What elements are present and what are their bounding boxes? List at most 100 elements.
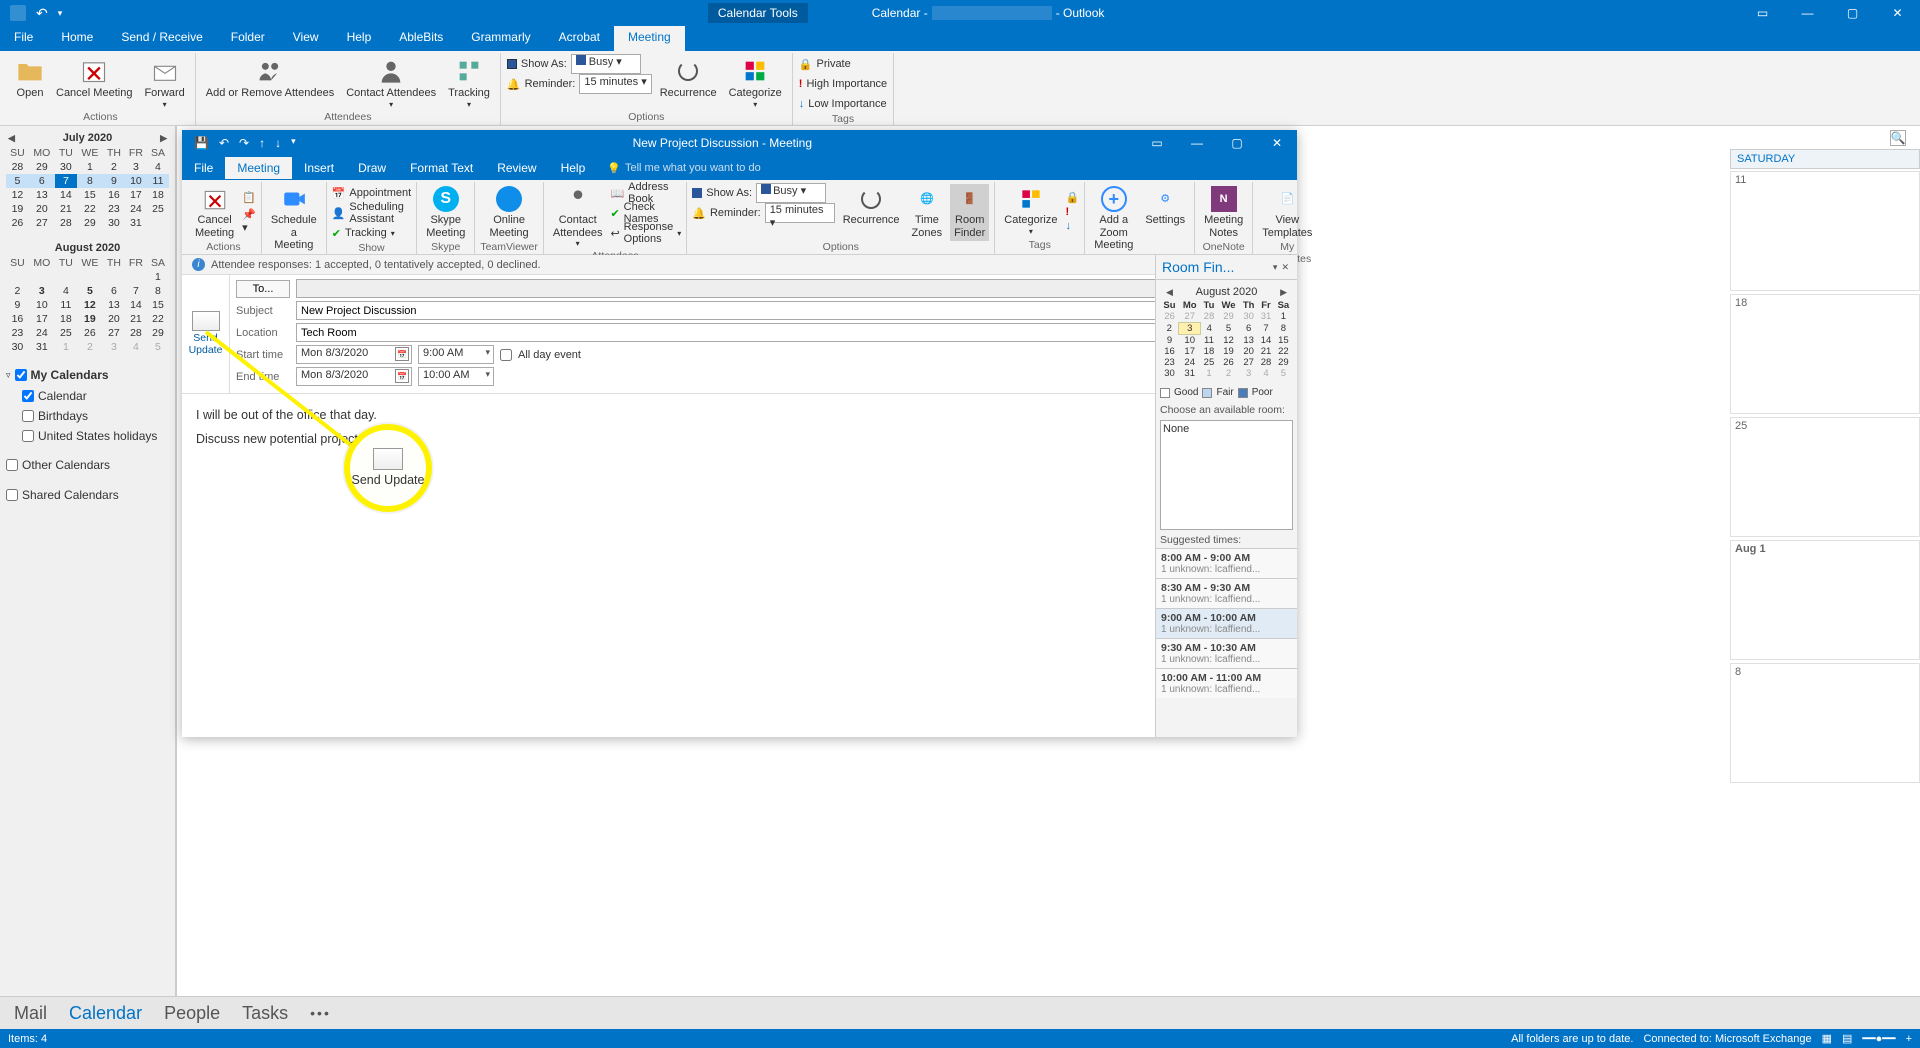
- up-icon[interactable]: ↑: [259, 136, 265, 150]
- tab-meeting[interactable]: Meeting: [614, 26, 685, 51]
- mini-calendar-august[interactable]: August 2020 SUMOTUWETHFRSA12345678910111…: [6, 240, 169, 354]
- teamviewer-button[interactable]: Online Meeting: [480, 184, 538, 241]
- to-button[interactable]: To...: [236, 280, 290, 298]
- tab-help[interactable]: Help: [333, 26, 386, 51]
- add-zoom-meeting-button[interactable]: +Add a Zoom Meeting: [1090, 184, 1137, 254]
- cancel-meeting-button[interactable]: Cancel Meeting: [52, 55, 136, 111]
- tracking-button[interactable]: Tracking▾: [444, 55, 494, 111]
- nav-tasks[interactable]: Tasks: [242, 1003, 288, 1024]
- save-icon[interactable]: 💾: [194, 136, 209, 150]
- minimize-button[interactable]: —: [1785, 0, 1830, 26]
- qat-dropdown-icon[interactable]: ▾: [58, 8, 63, 19]
- zoom-settings-button[interactable]: ⚙Settings: [1141, 184, 1189, 254]
- search-icon[interactable]: 🔍: [1890, 130, 1906, 146]
- suggested-time[interactable]: 8:00 AM - 9:00 AM1 unknown: lcaffiend...: [1156, 548, 1297, 578]
- nav-more-icon[interactable]: •••: [310, 1005, 331, 1021]
- sub-contact-attendees[interactable]: Contact Attendees▾: [549, 184, 607, 250]
- subtab-draw[interactable]: Draw: [346, 157, 398, 179]
- my-calendars-group[interactable]: ▿My Calendars: [6, 364, 169, 386]
- suggested-time[interactable]: 9:30 AM - 10:30 AM1 unknown: lcaffiend..…: [1156, 638, 1297, 668]
- sub-showas-dropdown[interactable]: Busy ▾: [756, 183, 826, 203]
- sub-categorize-button[interactable]: Categorize▾: [1000, 184, 1061, 239]
- start-time-field[interactable]: 9:00 AM: [418, 345, 494, 364]
- tab-view[interactable]: View: [279, 26, 333, 51]
- suggested-time[interactable]: 10:00 AM - 11:00 AM1 unknown: lcaffiend.…: [1156, 668, 1297, 698]
- tab-acrobat[interactable]: Acrobat: [545, 26, 614, 51]
- tab-folder[interactable]: Folder: [217, 26, 279, 51]
- todo-icon[interactable]: 📌▾: [242, 208, 256, 234]
- suggested-time[interactable]: 8:30 AM - 9:30 AM1 unknown: lcaffiend...: [1156, 578, 1297, 608]
- subtab-insert[interactable]: Insert: [292, 157, 346, 179]
- room-finder-button[interactable]: 🚪Room Finder: [950, 184, 989, 241]
- ribbon-display-icon[interactable]: ▭: [1740, 0, 1785, 26]
- calendar-day-cell[interactable]: 25: [1730, 417, 1920, 537]
- calendar-item-calendar[interactable]: Calendar: [6, 386, 169, 406]
- check-names-button[interactable]: ✔Check Names: [610, 204, 681, 222]
- scheduling-assistant-button[interactable]: 👤Scheduling Assistant: [332, 204, 411, 222]
- undo-icon[interactable]: ↶: [219, 136, 229, 150]
- subtab-file[interactable]: File: [182, 157, 225, 179]
- tell-me-search[interactable]: 💡Tell me what you want to do: [597, 162, 770, 175]
- end-date-field[interactable]: Mon 8/3/2020📅: [296, 367, 412, 386]
- response-options-button[interactable]: ↩Response Options▾: [610, 224, 681, 242]
- address-book-button[interactable]: 📖Address Book: [610, 184, 681, 202]
- tab-sendreceive[interactable]: Send / Receive: [107, 26, 216, 51]
- view-reading-icon[interactable]: ▤: [1842, 1032, 1852, 1045]
- private-toggle[interactable]: 🔒Private: [799, 55, 887, 73]
- end-time-field[interactable]: 10:00 AM: [418, 367, 494, 386]
- show-as-dropdown[interactable]: Busy ▾: [571, 54, 641, 74]
- sub-maximize-button[interactable]: ▢: [1217, 130, 1257, 156]
- high-importance-button[interactable]: !High Importance: [799, 75, 887, 93]
- contact-attendees-button[interactable]: Contact Attendees▾: [342, 55, 440, 111]
- subtab-review[interactable]: Review: [485, 157, 548, 179]
- sub-cancel-meeting[interactable]: Cancel Meeting: [191, 184, 238, 241]
- subtab-formattext[interactable]: Format Text: [398, 157, 485, 179]
- to-field[interactable]: [296, 279, 1291, 298]
- low-importance-button[interactable]: ↓Low Importance: [799, 95, 887, 113]
- sub-recurrence-button[interactable]: Recurrence: [839, 184, 904, 241]
- suggested-time[interactable]: 9:00 AM - 10:00 AM1 unknown: lcaffiend..…: [1156, 608, 1297, 638]
- sub-tracking-button[interactable]: ✔Tracking ▾: [332, 224, 411, 242]
- nav-calendar[interactable]: Calendar: [69, 1003, 142, 1024]
- open-button[interactable]: Open: [12, 55, 48, 111]
- room-finder-calendar[interactable]: ◀August 2020▶ SuMoTuWeThFrSa262728293031…: [1156, 280, 1297, 383]
- reminder-dropdown[interactable]: 15 minutes ▾: [579, 74, 651, 94]
- all-day-checkbox[interactable]: [500, 349, 512, 361]
- other-calendars-group[interactable]: Other Calendars: [6, 454, 169, 476]
- time-zones-button[interactable]: 🌐Time Zones: [908, 184, 947, 241]
- calendar-item-birthdays[interactable]: Birthdays: [6, 406, 169, 426]
- forward-button[interactable]: Forward▾: [140, 55, 188, 111]
- pane-dropdown-icon[interactable]: ▾: [1271, 262, 1280, 273]
- subtab-meeting[interactable]: Meeting: [225, 157, 292, 179]
- location-field[interactable]: [296, 323, 1224, 342]
- tab-home[interactable]: Home: [47, 26, 107, 51]
- sub-close-button[interactable]: ✕: [1257, 130, 1297, 156]
- tab-file[interactable]: File: [0, 26, 47, 51]
- calendar-day-cell[interactable]: 11: [1730, 171, 1920, 291]
- redo-icon[interactable]: ↷: [239, 136, 249, 150]
- sub-minimize-button[interactable]: —: [1177, 130, 1217, 156]
- mini-calendar-july[interactable]: ◀July 2020▶ SUMOTUWETHFRSA28293012345678…: [6, 130, 169, 230]
- schedule-zoom-button[interactable]: Schedule a Meeting: [267, 184, 321, 254]
- recurrence-button[interactable]: Recurrence: [656, 55, 721, 111]
- close-button[interactable]: ✕: [1875, 0, 1920, 26]
- calendar-day-cell[interactable]: Aug 1: [1730, 540, 1920, 660]
- shared-calendars-group[interactable]: Shared Calendars: [6, 484, 169, 506]
- sub-reminder-dropdown[interactable]: 15 minutes ▾: [765, 203, 835, 223]
- tab-ablebits[interactable]: AbleBits: [385, 26, 457, 51]
- nav-people[interactable]: People: [164, 1003, 220, 1024]
- qat-dd-icon[interactable]: ▾: [291, 136, 296, 150]
- copy-icon[interactable]: 📋: [242, 191, 256, 204]
- nav-mail[interactable]: Mail: [14, 1003, 47, 1024]
- calendar-day-cell[interactable]: 18: [1730, 294, 1920, 414]
- tab-grammarly[interactable]: Grammarly: [457, 26, 544, 51]
- down-icon[interactable]: ↓: [275, 136, 281, 150]
- categorize-button[interactable]: Categorize▾: [725, 55, 786, 111]
- start-date-field[interactable]: Mon 8/3/2020📅: [296, 345, 412, 364]
- subject-field[interactable]: [296, 301, 1291, 320]
- pane-close-icon[interactable]: ✕: [1279, 262, 1291, 273]
- skype-meeting-button[interactable]: SSkype Meeting: [422, 184, 469, 241]
- subtab-help[interactable]: Help: [549, 157, 598, 179]
- add-remove-attendees-button[interactable]: Add or Remove Attendees: [202, 55, 338, 111]
- view-templates-button[interactable]: 📄View Templates: [1258, 184, 1316, 241]
